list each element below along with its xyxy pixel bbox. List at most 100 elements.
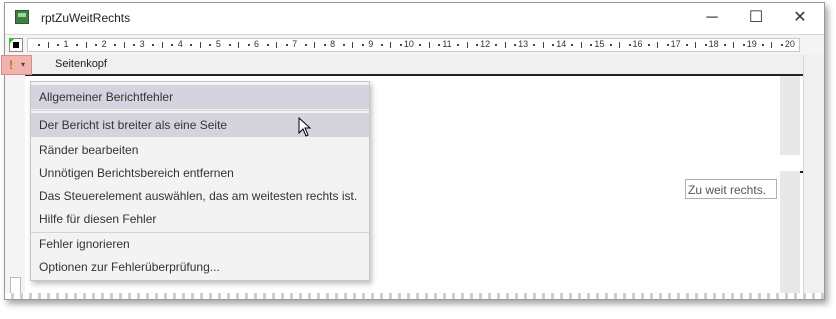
ruler-tick	[704, 44, 707, 46]
ruler-tick	[266, 44, 269, 46]
warning-icon: !	[9, 58, 13, 72]
mouse-cursor-icon	[298, 117, 312, 137]
window-title: rptZuWeitRechts	[41, 11, 131, 25]
ruler-tick	[76, 44, 79, 46]
ruler-tick	[666, 44, 669, 46]
ruler-tick	[476, 44, 479, 46]
torn-edge	[5, 293, 824, 299]
ruler-number: 5	[215, 39, 221, 49]
ruler-tick	[323, 44, 326, 46]
ruler-number: 1	[63, 39, 69, 49]
ruler-tick	[342, 44, 345, 46]
ruler-tick	[780, 44, 783, 46]
ruler-tick	[685, 44, 688, 46]
ruler-number: 10	[403, 39, 414, 49]
outside-page-area	[780, 76, 800, 155]
ruler-tick	[542, 42, 544, 48]
ruler-number: 8	[330, 39, 336, 49]
close-button[interactable]: ✕	[778, 6, 822, 30]
ruler-number: 18	[708, 39, 719, 49]
ruler-tick	[504, 42, 506, 48]
ruler-number: 13	[518, 39, 529, 49]
menu-item-hilfe[interactable]: Hilfe für diesen Fehler	[31, 207, 369, 231]
ruler-number: 20	[784, 39, 795, 49]
horizontal-ruler-row: 1 2 3 4 5 6 7 8 9 10 11 12 13 14 15 16 17 18 19 20	[5, 34, 824, 56]
ruler-tick	[457, 44, 460, 46]
ruler-number: 9	[368, 39, 374, 49]
section-label: Seitenkopf	[55, 58, 107, 70]
ruler-tick	[609, 44, 612, 46]
ruler-number: 15	[594, 39, 605, 49]
ruler-tick	[571, 44, 574, 46]
ruler-tick	[57, 44, 60, 46]
maximize-button[interactable]: ☐	[734, 6, 778, 30]
section-header-seitenkopf[interactable]: Seitenkopf	[25, 55, 824, 76]
ruler-tick	[199, 42, 201, 48]
ruler-tick	[733, 42, 735, 48]
ruler-tick	[419, 44, 422, 46]
ruler-tick	[38, 44, 41, 46]
ruler-tick	[552, 44, 555, 46]
ruler-number: 16	[632, 39, 643, 49]
ruler-number: 11	[442, 39, 452, 49]
ruler-tick	[238, 42, 240, 48]
vertical-scrollbar[interactable]	[803, 55, 824, 299]
ruler-number: 6	[253, 39, 260, 49]
ruler-tick	[657, 42, 659, 48]
ruler-tick	[85, 42, 87, 48]
ruler-tick	[352, 42, 354, 48]
ruler-number: 14	[556, 39, 567, 49]
ruler-tick	[495, 44, 498, 46]
ruler-tick	[761, 44, 764, 46]
ruler-tick	[619, 42, 621, 48]
menu-header: Allgemeiner Berichtfehler	[31, 85, 369, 109]
ruler-tick	[361, 44, 364, 46]
ruler-tick	[628, 44, 631, 46]
ruler-tick	[590, 44, 593, 46]
ruler-tick	[742, 44, 745, 46]
menu-item-bereich-entfernen[interactable]: Unnötigen Berichtsbereich entfernen	[31, 161, 369, 185]
chevron-down-icon: ▾	[21, 60, 26, 69]
ruler-tick	[161, 42, 163, 48]
ruler-tick	[209, 44, 212, 46]
menu-item-optionen[interactable]: Optionen zur Fehlerüberprüfung...	[31, 255, 369, 279]
ruler-number: 19	[746, 39, 757, 49]
ruler-tick	[438, 44, 441, 46]
ruler-tick	[314, 42, 316, 48]
menu-item-ignorieren[interactable]: Fehler ignorieren	[31, 232, 369, 256]
ruler-tick	[114, 44, 117, 46]
ruler-tick	[152, 44, 155, 46]
ruler-tick	[380, 44, 383, 46]
ruler-tick	[580, 42, 582, 48]
ruler-tick	[466, 42, 468, 48]
ruler-tick	[399, 44, 402, 46]
ruler-number: 3	[139, 39, 145, 49]
title-bar: rptZuWeitRechts ─ ☐ ✕	[5, 3, 824, 33]
ruler-tick	[533, 44, 536, 46]
menu-separator	[31, 110, 369, 111]
ruler-tick	[47, 42, 49, 48]
ruler-tick	[95, 44, 98, 46]
ruler-tick	[514, 44, 517, 46]
ruler-tick	[171, 44, 174, 46]
minimize-button[interactable]: ─	[690, 6, 734, 30]
vertical-ruler[interactable]	[5, 55, 26, 299]
textbox-zu-weit-rechts[interactable]: Zu weit rechts.	[685, 179, 777, 199]
ruler-tick	[428, 42, 430, 48]
error-smart-tag-button[interactable]: ! ▾	[1, 55, 32, 75]
menu-item-raender[interactable]: Ränder bearbeiten	[31, 138, 369, 162]
ruler-tick	[276, 42, 278, 48]
menu-item-steuerelement-auswaehlen[interactable]: Das Steuerelement auswählen, das am weit…	[31, 184, 369, 208]
ruler-tick	[123, 42, 125, 48]
outside-page-area-2	[780, 171, 800, 299]
menu-item-breiter-als-seite[interactable]: Der Bericht ist breiter als eine Seite	[31, 113, 369, 137]
horizontal-ruler[interactable]: 1 2 3 4 5 6 7 8 9 10 11 12 13 14 15 16 17 18 19 20	[27, 38, 800, 52]
ruler-tick	[247, 44, 250, 46]
ruler-number: 17	[670, 39, 681, 49]
ruler-tick	[723, 44, 726, 46]
ruler-tick	[771, 42, 773, 48]
ruler-number: 12	[480, 39, 491, 49]
report-selector[interactable]	[9, 38, 23, 52]
ruler-tick	[304, 44, 307, 46]
ruler-number: 4	[177, 39, 183, 49]
